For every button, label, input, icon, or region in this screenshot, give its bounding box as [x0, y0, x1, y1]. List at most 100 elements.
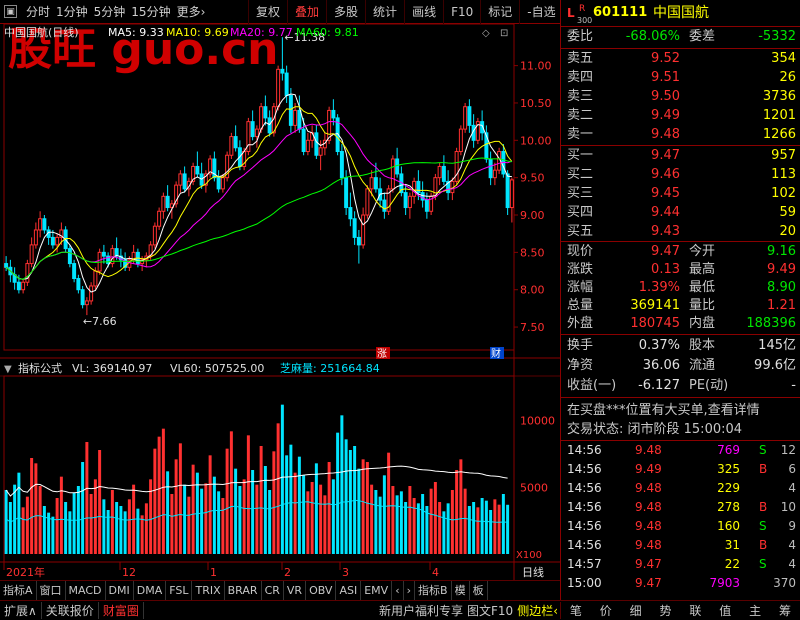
volume-bar	[191, 464, 195, 554]
notice[interactable]: 在买盘***位置有大买单,查看详情	[567, 402, 796, 420]
weicha-label: 委差	[689, 29, 716, 44]
period-15min[interactable]: 15分钟	[131, 3, 170, 20]
candle	[161, 195, 166, 212]
indicator-tab-17[interactable]: 板	[470, 581, 488, 600]
period-more[interactable]: 更多›	[177, 3, 206, 20]
ask-row[interactable]: 卖一 9.48 1266	[567, 126, 796, 144]
tick-volume: 31	[724, 538, 740, 552]
tool-biaoji[interactable]: 标记	[480, 0, 519, 24]
volume-bar	[484, 500, 488, 554]
candle	[505, 173, 510, 209]
bid-row[interactable]: 买二 9.46 113	[567, 166, 796, 184]
stat-row: 涨幅 1.39% 最低 8.90	[567, 279, 796, 297]
indicator-tab-16[interactable]: 模	[452, 581, 470, 600]
level-price: 9.49	[651, 108, 680, 123]
bottom-left-tab-0[interactable]: 扩展∧	[0, 602, 42, 619]
indicator-tab-3[interactable]: DMI	[106, 581, 134, 600]
indicator-tab-12[interactable]: EMV	[361, 581, 393, 600]
indicator-tab-14[interactable]: ›	[404, 581, 416, 600]
notice-text: 在买盘***位置有大买单,查看详情	[567, 403, 760, 418]
volume-bar	[293, 472, 297, 554]
volume-bar	[4, 490, 8, 554]
volume-bar	[489, 510, 493, 554]
bottom-left-tab-1[interactable]: 关联报价	[42, 602, 99, 619]
ask-row[interactable]: 卖四 9.51 26	[567, 69, 796, 87]
kline-chart[interactable]: 股旺 guo.cn 11.0010.5010.009.509.008.508.0…	[0, 23, 560, 580]
volume-bar	[370, 484, 374, 554]
indicator-tab-11[interactable]: ASI	[336, 581, 362, 600]
indicator-tab-1[interactable]: 窗口	[37, 581, 66, 600]
bottom-right-tab-3[interactable]: 势	[658, 602, 674, 619]
bid-row[interactable]: 买五 9.43 20	[567, 223, 796, 241]
indicator-tab-5[interactable]: FSL	[166, 581, 193, 600]
bottom-right-tab-7[interactable]: 筹	[777, 602, 793, 619]
level-label: 卖三	[567, 89, 594, 104]
volume-bar	[476, 507, 480, 554]
period-1min[interactable]: 1分钟	[56, 3, 88, 20]
indicator-tab-0[interactable]: 指标A	[0, 581, 37, 600]
volume-bar	[289, 444, 293, 554]
indicator-tab-2[interactable]: MACD	[66, 581, 106, 600]
stat-value: 99.6亿	[754, 358, 796, 373]
tool-fuquan[interactable]: 复权	[248, 0, 287, 24]
indicator-tab-8[interactable]: CR	[262, 581, 284, 600]
indicator-tab-15[interactable]: 指标B	[415, 581, 452, 600]
bottom-mid-tab-2[interactable]: 侧边栏‹	[515, 602, 560, 619]
volume-bar	[416, 503, 420, 554]
tool-f10[interactable]: F10	[443, 0, 480, 24]
price-tick: 10.00	[520, 134, 552, 147]
indicator-tab-9[interactable]: VR	[284, 581, 307, 600]
bottom-right-tab-2[interactable]: 细	[628, 602, 644, 619]
menu-icon[interactable]: ▣	[4, 5, 17, 18]
tick-time: 14:56	[567, 538, 602, 552]
bottom-right-tab-5[interactable]: 值	[717, 602, 733, 619]
bid-row[interactable]: 买一 9.47 957	[567, 147, 796, 165]
settings-icon: ▼	[4, 364, 12, 375]
period-fenshi[interactable]: 分时	[26, 3, 50, 20]
level-price: 9.51	[651, 70, 680, 85]
indicator-tab-10[interactable]: OBV	[306, 581, 337, 600]
tool-zixuan[interactable]: -自选	[519, 0, 562, 24]
tool-huaxian[interactable]: 画线	[404, 0, 443, 24]
stat-label: 最高	[689, 262, 716, 277]
tool-diejia[interactable]: 叠加	[287, 0, 326, 24]
level-price: 9.44	[651, 205, 680, 220]
stat-value: 8.90	[767, 280, 796, 295]
price-tick: 8.00	[520, 284, 545, 297]
kline-chart-area[interactable]: 股旺 guo.cn 11.00 10.50 10.00 9.50 9.00 8.50 8.0…	[0, 23, 560, 580]
indicator-tab-13[interactable]: ‹	[392, 581, 404, 600]
weibi-value: -68.06%	[625, 29, 680, 44]
ask-row[interactable]: 卖五 9.52 354	[567, 50, 796, 68]
tick-price: 9.48	[635, 443, 662, 457]
bid-row[interactable]: 买三 9.45 102	[567, 185, 796, 203]
volume-bar	[204, 483, 208, 554]
tool-tongji[interactable]: 统计	[365, 0, 404, 24]
volume-bar	[365, 462, 369, 554]
indicator-tab-7[interactable]: BRAR	[225, 581, 262, 600]
indicator-tab-4[interactable]: DMA	[134, 581, 167, 600]
candle	[437, 165, 442, 179]
bottom-mid-tab-1[interactable]: 图文F10	[465, 602, 515, 619]
volume-bar	[319, 484, 323, 554]
bottom-mid-tab-0[interactable]: 新用户福利专享	[377, 602, 465, 619]
bid-row[interactable]: 买四 9.44 59	[567, 204, 796, 222]
candle	[293, 109, 298, 126]
candle	[276, 68, 281, 108]
bottom-left-tab-2[interactable]: 财富圈	[99, 602, 144, 619]
bottom-right-tab-0[interactable]: 笔	[568, 602, 584, 619]
tick-volume: 278	[717, 500, 740, 514]
candle	[195, 165, 200, 175]
indicator-tab-6[interactable]: TRIX	[192, 581, 225, 600]
bottom-right-tab-6[interactable]: 主	[747, 602, 763, 619]
level-label: 卖四	[567, 70, 594, 85]
bottom-right-tab-1[interactable]: 价	[598, 602, 614, 619]
stat-value: 9.49	[767, 262, 796, 277]
tool-duogu[interactable]: 多股	[326, 0, 365, 24]
level-volume: 957	[771, 148, 796, 163]
quote-panel: L R 300 601111 中国国航 委比 -68.06% 委差 -5332 …	[560, 0, 800, 600]
period-5min[interactable]: 5分钟	[94, 3, 126, 20]
ask-row[interactable]: 卖三 9.50 3736	[567, 88, 796, 106]
bottom-right-tab-4[interactable]: 联	[687, 602, 703, 619]
ask-row[interactable]: 卖二 9.49 1201	[567, 107, 796, 125]
tick-time: 14:56	[567, 443, 602, 457]
